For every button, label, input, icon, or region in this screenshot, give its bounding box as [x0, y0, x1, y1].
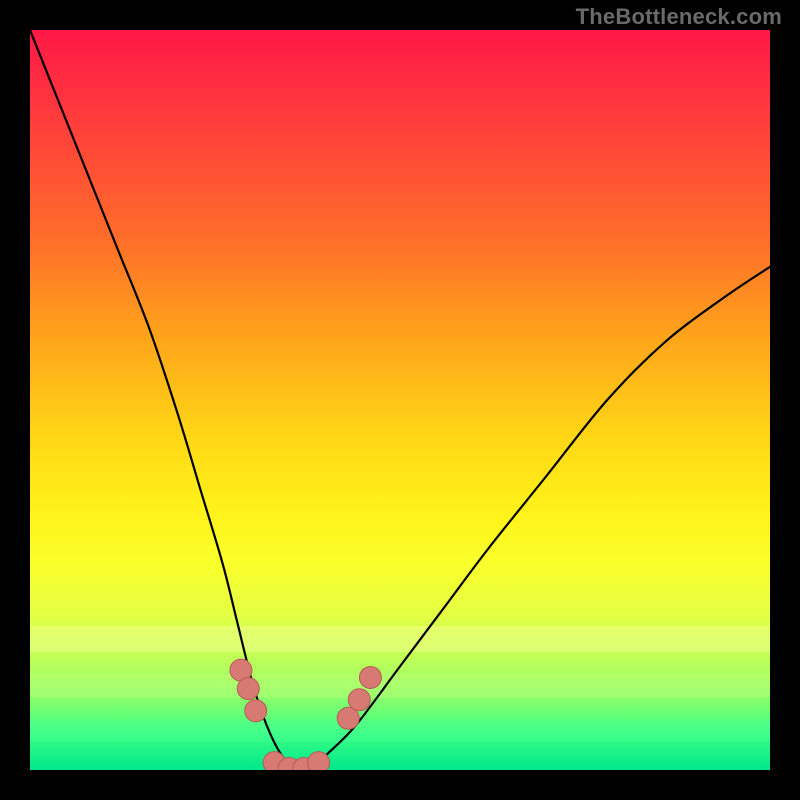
marker-point [245, 700, 267, 722]
marker-point [308, 752, 330, 770]
markers-group [230, 659, 382, 770]
chart-svg [30, 30, 770, 770]
marker-point [237, 678, 259, 700]
bottleneck-curve [30, 30, 770, 770]
marker-point [348, 689, 370, 711]
chart-frame: TheBottleneck.com [0, 0, 800, 800]
marker-point [359, 667, 381, 689]
watermark-text: TheBottleneck.com [576, 4, 782, 30]
plot-area [30, 30, 770, 770]
